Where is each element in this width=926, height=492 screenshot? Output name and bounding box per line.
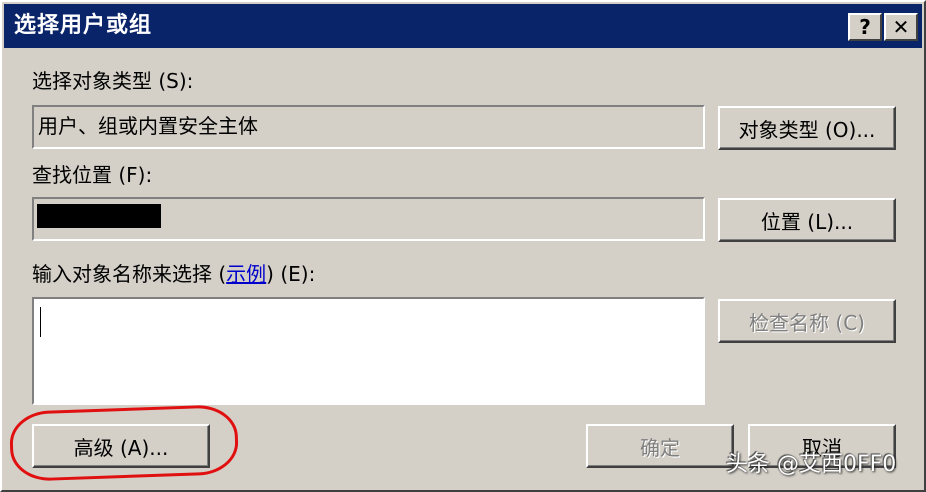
title-bar[interactable]: 选择用户或组 ? ✕ [4,4,922,48]
check-names-button[interactable]: 检查名称 (C) [718,299,896,343]
help-icon: ? [859,15,871,39]
names-label: 输入对象名称来选择 (示例) (E): [32,261,315,287]
location-label: 查找位置 (F): [32,163,153,187]
object-types-button[interactable]: 对象类型 (O)... [718,106,896,150]
redacted-location [37,204,161,228]
locations-button[interactable]: 位置 (L)... [718,198,896,242]
advanced-button[interactable]: 高级 (A)... [32,424,210,468]
watermark: 头条 @艾西0FF0 [726,452,897,477]
select-users-or-groups-dialog: 选择用户或组 ? ✕ 选择对象类型 (S): 用户、组或内置安全主体 对象类型 … [0,0,926,492]
text-caret [40,307,41,337]
object-type-field: 用户、组或内置安全主体 [32,105,705,149]
ok-button[interactable]: 确定 [586,424,734,468]
names-label-prefix: 输入对象名称来选择 ( [32,262,227,286]
location-field [32,197,705,241]
object-type-label: 选择对象类型 (S): [32,69,194,93]
help-button[interactable]: ? [848,13,882,41]
object-names-input[interactable] [32,297,705,405]
examples-link[interactable]: 示例 [226,262,266,286]
window-title: 选择用户或组 [14,13,153,38]
names-label-suffix: ) (E): [266,262,316,286]
object-type-value: 用户、组或内置安全主体 [38,114,258,138]
close-icon: ✕ [892,15,910,39]
close-button[interactable]: ✕ [884,13,918,41]
